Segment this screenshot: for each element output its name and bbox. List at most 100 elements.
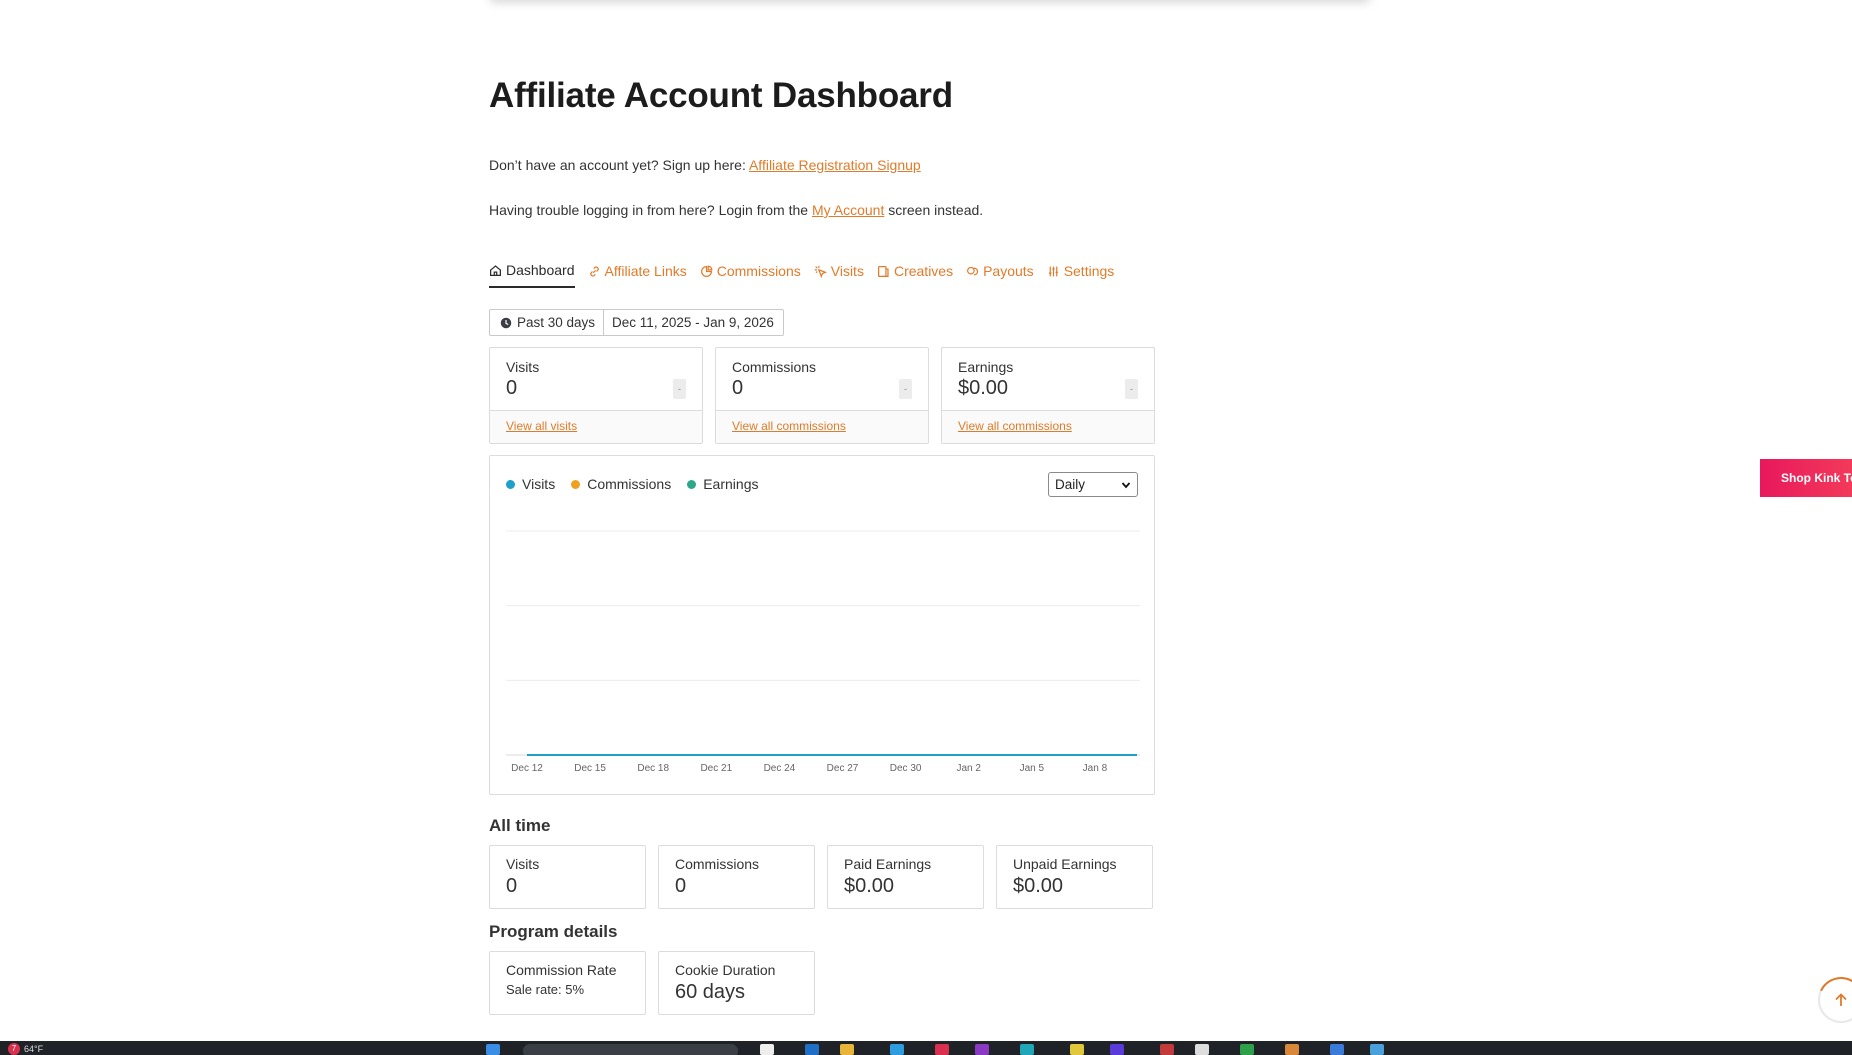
tab-creatives[interactable]: Creatives xyxy=(877,262,953,288)
stat-value: $0.00 xyxy=(958,377,1009,399)
program-details-title: Program details xyxy=(489,922,618,941)
app-icon[interactable] xyxy=(1110,1044,1124,1055)
x-tick-label: Jan 8 xyxy=(1083,763,1108,774)
app-icon[interactable] xyxy=(1195,1044,1209,1055)
card-value: $0.00 xyxy=(1013,875,1064,897)
shop-side-tab[interactable]: Shop Kink To xyxy=(1760,459,1852,497)
x-tick-label: Dec 12 xyxy=(511,763,543,774)
app-icon[interactable] xyxy=(935,1044,949,1055)
card-value: 0 xyxy=(506,875,518,897)
x-tick-label: Dec 30 xyxy=(890,763,922,774)
earnings-stat-card: Earnings $0.00 - View all commissions xyxy=(941,347,1155,444)
all-time-paid-earnings-card: Paid Earnings $0.00 xyxy=(827,845,984,909)
app-icon[interactable] xyxy=(1240,1044,1254,1055)
date-preset[interactable]: Past 30 days xyxy=(490,310,605,335)
cursor-click-icon xyxy=(814,265,827,278)
date-range-value[interactable]: Dec 11, 2025 - Jan 9, 2026 xyxy=(604,315,783,330)
pie-chart-icon xyxy=(700,265,713,277)
visits-stat-card: Visits 0 - View all visits xyxy=(489,347,703,444)
all-time-unpaid-earnings-card: Unpaid Earnings $0.00 xyxy=(996,845,1153,909)
x-tick-label: Dec 18 xyxy=(637,763,669,774)
commission-rate-card: Commission Rate Sale rate: 5% xyxy=(489,951,646,1015)
weather-badge: 7 xyxy=(8,1043,20,1055)
app-icon[interactable] xyxy=(760,1044,774,1055)
sliders-icon xyxy=(1048,266,1058,276)
date-range-picker[interactable]: Past 30 days Dec 11, 2025 - Jan 9, 2026 xyxy=(489,309,784,336)
tab-label: Settings xyxy=(1063,263,1115,279)
stat-value: 0 xyxy=(506,377,518,399)
app-icon[interactable] xyxy=(1020,1044,1034,1055)
all-time-commissions-card: Commissions 0 xyxy=(658,845,815,909)
link-icon xyxy=(589,265,599,277)
card-label: Commissions xyxy=(675,856,760,872)
app-icon[interactable] xyxy=(1285,1044,1299,1055)
folder-icon[interactable] xyxy=(840,1044,854,1055)
weather-widget[interactable]: 7 64°F xyxy=(8,1043,43,1055)
app-icon[interactable] xyxy=(1330,1044,1344,1055)
stat-footer: View all visits xyxy=(490,410,702,443)
stat-label: Visits xyxy=(506,359,540,375)
app-icon[interactable] xyxy=(975,1044,989,1055)
tab-visits[interactable]: Visits xyxy=(814,262,864,288)
chart-card: Visits Commissions Earnings Daily Dec 12… xyxy=(489,455,1155,795)
tab-payouts[interactable]: Payouts xyxy=(966,262,1034,288)
start-icon[interactable] xyxy=(486,1044,500,1055)
tab-label: Creatives xyxy=(893,263,954,279)
card-label: Commission Rate xyxy=(506,962,617,978)
tab-label: Dashboard xyxy=(506,262,575,278)
tab-label: Commissions xyxy=(716,263,801,279)
my-account-link[interactable]: My Account xyxy=(812,202,884,218)
clock-icon xyxy=(500,317,512,328)
x-tick-label: Jan 2 xyxy=(956,763,981,774)
login-suffix: screen instead. xyxy=(884,202,984,218)
card-label: Cookie Duration xyxy=(675,962,776,978)
card-value: $0.00 xyxy=(844,875,895,897)
taskbar-search[interactable] xyxy=(523,1044,738,1055)
card-value: 0 xyxy=(675,875,687,897)
signup-text: Don’t have an account yet? Sign up here: xyxy=(489,157,749,173)
x-tick-label: Dec 15 xyxy=(574,763,606,774)
app-icon[interactable] xyxy=(1070,1044,1084,1055)
os-taskbar: 7 64°F xyxy=(0,1041,1852,1055)
image-icon xyxy=(877,265,889,277)
stat-label: Commissions xyxy=(732,359,817,375)
app-icon[interactable] xyxy=(1370,1044,1384,1055)
cookie-duration-card: Cookie Duration 60 days xyxy=(658,951,815,1015)
all-time-title: All time xyxy=(489,816,551,835)
stat-footer: View all commissions xyxy=(716,410,928,443)
scroll-to-top-button[interactable] xyxy=(1818,977,1852,1023)
tab-dashboard[interactable]: Dashboard xyxy=(489,262,575,288)
app-icon[interactable] xyxy=(1160,1044,1174,1055)
tab-affiliate-links[interactable]: Affiliate Links xyxy=(588,262,687,288)
card-value: 60 days xyxy=(675,981,746,1003)
view-all-visits-link[interactable]: View all visits xyxy=(506,419,577,433)
stat-footer: View all commissions xyxy=(942,410,1154,443)
x-tick-label: Jan 5 xyxy=(1020,763,1045,774)
date-preset-label: Past 30 days xyxy=(517,315,596,330)
commissions-stat-card: Commissions 0 - View all commissions xyxy=(715,347,929,444)
tab-settings[interactable]: Settings xyxy=(1047,262,1115,288)
stat-delta-badge: - xyxy=(899,379,912,399)
dashboard-tabs: Dashboard Affiliate Links Commissions Vi… xyxy=(489,262,1114,288)
x-tick-label: Dec 21 xyxy=(700,763,732,774)
line-chart: Dec 12 Dec 15 Dec 18 Dec 21 Dec 24 Dec 27 Dec … xyxy=(506,530,1140,774)
tab-label: Affiliate Links xyxy=(604,263,687,279)
arrow-up-icon xyxy=(1835,993,1847,1006)
stat-delta-badge: - xyxy=(1125,379,1138,399)
all-time-visits-card: Visits 0 xyxy=(489,845,646,909)
page-title: Affiliate Account Dashboard xyxy=(489,76,953,115)
card-label: Unpaid Earnings xyxy=(1013,856,1117,872)
app-icon[interactable] xyxy=(890,1044,904,1055)
app-icon[interactable] xyxy=(805,1044,819,1055)
login-text: Having trouble logging in from here? Log… xyxy=(489,202,812,218)
view-all-commissions-link[interactable]: View all commissions xyxy=(732,419,846,433)
signup-link[interactable]: Affiliate Registration Signup xyxy=(749,157,921,173)
view-all-earnings-link[interactable]: View all commissions xyxy=(958,419,1072,433)
x-tick-label: Dec 24 xyxy=(764,763,796,774)
x-tick-label: Dec 27 xyxy=(827,763,859,774)
weather-temp: 64°F xyxy=(24,1044,44,1054)
login-line: Having trouble logging in from here? Log… xyxy=(489,202,983,218)
coins-icon xyxy=(967,266,979,275)
tab-label: Visits xyxy=(830,263,864,279)
tab-commissions[interactable]: Commissions xyxy=(700,262,801,288)
